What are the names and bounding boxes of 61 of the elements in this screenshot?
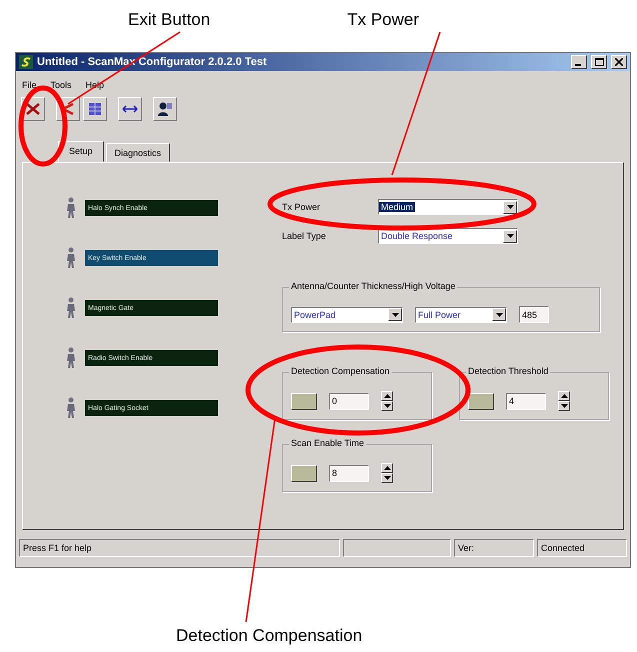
spin-up-button[interactable] (381, 463, 393, 473)
figure-icon (65, 397, 77, 419)
status-pane: Connected (537, 539, 627, 557)
dropdown[interactable]: Medium (378, 199, 518, 215)
annotation-label: Detection Compensation (176, 626, 362, 646)
menu-item[interactable]: Tools (50, 80, 72, 90)
value-field[interactable]: 0 (329, 392, 369, 410)
set-button[interactable] (291, 392, 317, 410)
tab[interactable]: Diagnostics (106, 143, 170, 162)
down-arrow-icon (384, 404, 390, 408)
down-arrow-icon (384, 476, 390, 480)
down-arrow-icon (560, 404, 568, 408)
dropdown[interactable]: Full Power (415, 306, 507, 322)
up-arrow-icon (384, 394, 390, 398)
minimize-button[interactable] (571, 55, 587, 69)
app-icon (19, 55, 33, 69)
grid-icon (88, 102, 102, 116)
close-button[interactable] (611, 55, 627, 69)
status-pane: Press F1 for help (19, 539, 340, 557)
user-icon (157, 101, 173, 117)
set-button[interactable] (468, 392, 494, 410)
down-arrow-icon (506, 205, 514, 209)
spin-down-button[interactable] (381, 401, 393, 411)
group-title: Detection Compensation (289, 366, 392, 376)
value-field[interactable]: 485 (519, 306, 549, 323)
maximize-icon (594, 58, 604, 66)
close-icon (615, 58, 623, 66)
arrows-icon (122, 105, 138, 113)
spin-up-button[interactable] (381, 391, 393, 401)
value-field[interactable]: 4 (506, 392, 546, 410)
figure-icon (65, 247, 77, 269)
up-arrow-icon (384, 466, 390, 470)
maximize-button[interactable] (591, 55, 607, 69)
toolbar-button[interactable] (153, 97, 177, 121)
group-title: Antenna/Counter Thickness/High Voltage (289, 281, 458, 291)
annotation-label: Exit Button (128, 10, 210, 31)
toolbar-button[interactable] (118, 97, 142, 121)
menu-item[interactable]: File (22, 80, 37, 90)
close-icon (26, 103, 40, 115)
status-pane: Ver: (454, 539, 534, 557)
toolbar-button[interactable] (83, 97, 107, 121)
up-arrow-icon (560, 394, 568, 398)
tab[interactable]: Setup (58, 141, 104, 162)
group-title: Scan Enable Time (289, 438, 366, 448)
field-label: Tx Power (282, 202, 322, 212)
value-field[interactable]: 8 (329, 464, 369, 482)
down-arrow-icon (496, 312, 502, 316)
spin-down-button[interactable] (381, 473, 393, 483)
group-title: Detection Threshold (466, 366, 550, 376)
annotation-label: Tx Power (347, 10, 420, 31)
spin-down-button[interactable] (558, 401, 570, 411)
dropdown[interactable]: Double Response (378, 228, 518, 244)
set-button[interactable] (291, 464, 317, 482)
spin-up-button[interactable] (558, 391, 570, 401)
figure-icon (65, 197, 77, 219)
field-label: Label Type (282, 231, 327, 241)
down-arrow-icon (392, 312, 398, 316)
figure-icon (65, 347, 77, 369)
down-arrow-icon (506, 234, 514, 238)
figure-icon (65, 297, 77, 319)
dropdown[interactable]: PowerPad (291, 306, 403, 322)
